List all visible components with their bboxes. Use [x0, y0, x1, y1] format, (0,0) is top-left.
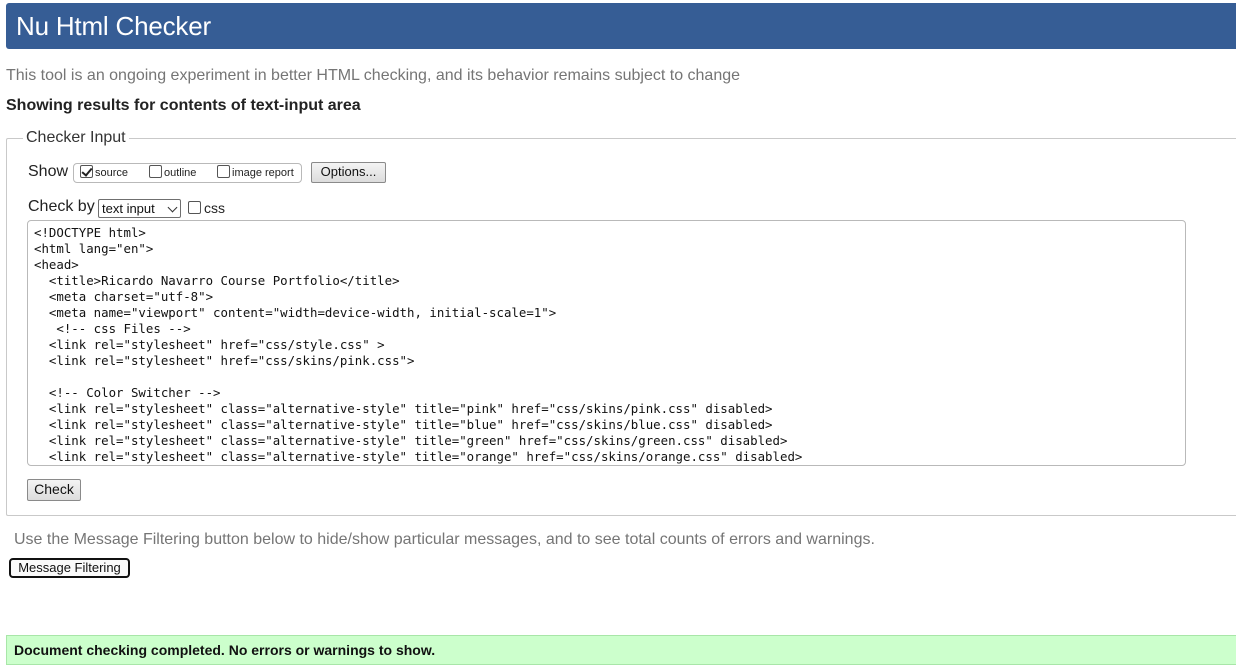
source-textarea[interactable]: <!DOCTYPE html> <html lang="en"> <head> …: [27, 220, 1186, 466]
message-filtering-button[interactable]: Message Filtering: [9, 558, 130, 578]
show-options-group: source outline image report: [73, 163, 302, 183]
image-report-checkbox[interactable]: [217, 165, 230, 178]
image-report-label: image report: [232, 167, 294, 179]
css-option[interactable]: css: [188, 200, 225, 216]
check-by-label: Check by: [28, 198, 95, 215]
check-by-value: text input: [102, 201, 155, 216]
outline-label: outline: [164, 167, 197, 179]
source-checkbox[interactable]: [80, 165, 93, 178]
source-text: <!DOCTYPE html> <html lang="en"> <head> …: [34, 225, 803, 464]
intro-text: This tool is an ongoing experiment in be…: [6, 67, 741, 84]
source-label: source: [95, 167, 129, 179]
css-checkbox[interactable]: [188, 201, 201, 214]
show-outline-option[interactable]: outline: [149, 165, 196, 179]
checker-input-legend: Checker Input: [23, 129, 129, 147]
result-success-message: Document checking completed. No errors o…: [6, 635, 1236, 665]
page-header: Nu Html Checker: [6, 3, 1236, 49]
options-button[interactable]: Options...: [311, 162, 386, 183]
check-by-select[interactable]: text input: [98, 199, 181, 218]
results-heading: Showing results for contents of text-inp…: [6, 97, 361, 114]
check-button[interactable]: Check: [27, 479, 81, 501]
filter-note: Use the Message Filtering button below t…: [14, 531, 875, 548]
outline-checkbox[interactable]: [149, 165, 162, 178]
page-title: Nu Html Checker: [16, 11, 211, 41]
show-source-option[interactable]: source: [80, 165, 128, 179]
checker-input-fieldset: Checker Input Show source outline image …: [6, 129, 1236, 516]
css-label: css: [204, 200, 225, 216]
show-image-report-option[interactable]: image report: [217, 165, 294, 179]
show-label: Show: [28, 163, 69, 180]
chevron-down-icon: [167, 202, 178, 213]
